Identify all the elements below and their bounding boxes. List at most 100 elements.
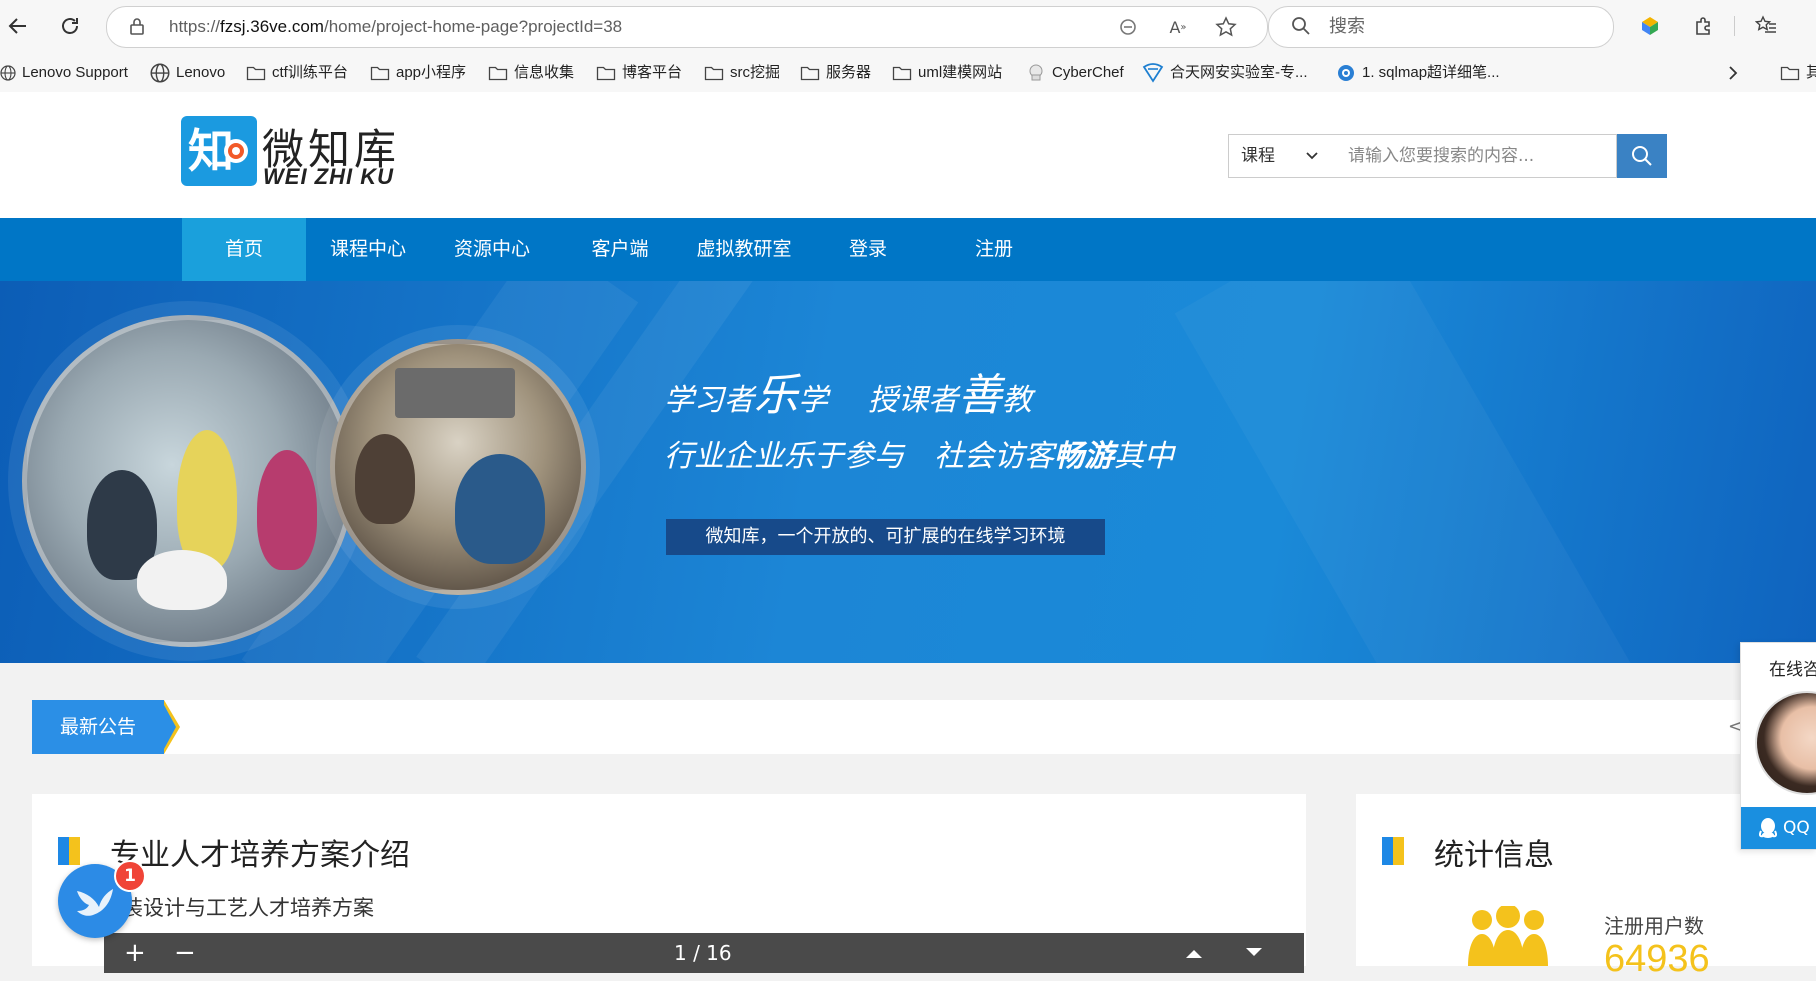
read-aloud-icon[interactable]: A»	[1167, 16, 1189, 38]
favorite-star-icon[interactable]	[1215, 16, 1237, 38]
browser-search-placeholder: 搜索	[1329, 16, 1365, 37]
slogan-emphasis: 乐	[754, 370, 798, 421]
search-icon	[1632, 146, 1652, 166]
folder-icon	[370, 66, 390, 81]
nav-virtual-lab[interactable]: 虚拟教研室	[682, 218, 806, 281]
nav-register[interactable]: 注册	[932, 218, 1056, 281]
back-arrow-icon[interactable]	[2, 10, 34, 42]
nav-courses[interactable]: 课程中心	[306, 218, 430, 281]
globe-icon	[0, 65, 16, 81]
program-subtitle[interactable]: 装设计与工艺人才培养方案	[122, 892, 374, 922]
student-figure	[455, 454, 545, 564]
qq-penguin-icon	[1759, 818, 1777, 838]
bookmark-label: ctf训练平台	[272, 64, 348, 81]
classroom-photo-circle	[330, 339, 586, 595]
section-mark-icon	[1382, 837, 1404, 865]
bird-icon	[77, 889, 113, 916]
bookmarks-more-chevron-icon[interactable]	[1726, 54, 1740, 92]
nav-client[interactable]: 客户端	[558, 218, 682, 281]
nav-home[interactable]: 首页	[182, 218, 306, 281]
banner-slogan-line1: 学习者乐学 授课者善教	[664, 359, 1032, 423]
pdf-zoom-in-button[interactable]: +	[124, 933, 146, 973]
pdf-viewer-toolbar: + − 1 / 16	[104, 933, 1304, 973]
url-scheme: https://	[169, 17, 221, 36]
bookmark-label: 1. sqlmap超详细笔...	[1362, 64, 1500, 81]
slogan-text: 教	[1002, 383, 1032, 418]
slogan-text: 授课者	[868, 383, 958, 418]
folder-icon	[704, 66, 724, 81]
site-search-input[interactable]: 请输入您要搜索的内容...	[1328, 134, 1617, 178]
bookmark-label: 其	[1806, 64, 1816, 81]
stats-users-value: 64936	[1604, 938, 1710, 980]
online-consult-title: 在线咨询	[1769, 660, 1816, 680]
notice-bar: 最新公告 <	[32, 700, 1770, 754]
url-path: /home/project-home-page?projectId=38	[323, 17, 623, 36]
stats-users-label: 注册用户数	[1604, 914, 1704, 938]
bookmark-uml[interactable]: uml建模网站	[892, 54, 1002, 92]
url-host: fzsj.36ve.com	[220, 17, 324, 36]
search-category-select[interactable]: 课程	[1228, 134, 1330, 178]
logo-mark[interactable]: 知	[181, 116, 257, 186]
folder-icon	[800, 66, 820, 81]
chef-icon	[1029, 64, 1043, 81]
users-group-icon	[1466, 904, 1550, 970]
bookmark-cyberchef[interactable]: CyberChef	[1026, 54, 1124, 92]
nav-login[interactable]: 登录	[806, 218, 930, 281]
bookmark-hetian[interactable]: 合天网安实验室-专...	[1142, 54, 1308, 92]
lock-icon[interactable]	[129, 17, 145, 35]
stats-title: 统计信息	[1434, 838, 1554, 873]
search-icon	[1291, 16, 1311, 40]
extension-colorful-icon[interactable]	[1636, 12, 1664, 40]
student-figure	[355, 434, 415, 524]
url-text[interactable]: https://fzsj.36ve.com/home/project-home-…	[169, 7, 622, 47]
notification-badge: 1	[114, 860, 146, 892]
banner-tagline: 微知库，一个开放的、可扩展的在线学习环境	[666, 519, 1105, 555]
browser-search-bar[interactable]: 搜索	[1268, 6, 1614, 48]
bookmark-other[interactable]: 其	[1780, 54, 1816, 92]
search-category-value: 课程	[1241, 146, 1275, 166]
qq-contact-button[interactable]: QQ	[1741, 807, 1816, 849]
favorites-list-icon[interactable]	[1752, 12, 1780, 40]
bookmark-label: src挖掘	[730, 64, 780, 81]
refresh-page-icon[interactable]	[1117, 16, 1139, 38]
hero-banner[interactable]: 学习者乐学 授课者善教 行业企业乐于参与 社会访客畅游其中 微知库，一个开放的、可扩…	[0, 281, 1816, 663]
bookmark-label: CyberChef	[1052, 64, 1124, 81]
pdf-prev-page-icon[interactable]	[1184, 933, 1204, 973]
screen-shape	[395, 368, 515, 418]
folder-icon	[246, 66, 266, 81]
bookmark-sqlmap[interactable]: 1. sqlmap超详细笔...	[1336, 54, 1500, 92]
browser-toolbar: https://fzsj.36ve.com/home/project-home-…	[0, 0, 1816, 54]
bookmark-info[interactable]: 信息收集	[488, 54, 574, 92]
nav-resources[interactable]: 资源中心	[430, 218, 554, 281]
site-search: 课程 请输入您要搜索的内容...	[1228, 134, 1668, 178]
address-bar[interactable]: https://fzsj.36ve.com/home/project-home-…	[106, 6, 1268, 48]
student-figure	[257, 450, 317, 570]
folder-icon	[596, 66, 616, 81]
bookmark-ctf[interactable]: ctf训练平台	[246, 54, 348, 92]
pdf-next-page-icon[interactable]	[1244, 933, 1264, 973]
bookmark-app[interactable]: app小程序	[370, 54, 466, 92]
students-photo-circle	[22, 315, 354, 647]
bookmark-src[interactable]: src挖掘	[704, 54, 780, 92]
laptop-shape	[137, 550, 227, 610]
bookmark-lenovo-support[interactable]: Lenovo Support	[0, 54, 128, 92]
online-consult-panel: 在线咨询 QQ	[1740, 642, 1816, 850]
site-search-button[interactable]	[1617, 134, 1667, 178]
bookmark-server[interactable]: 服务器	[800, 54, 871, 92]
bookmark-lenovo[interactable]: Lenovo	[150, 54, 225, 92]
folder-icon	[488, 66, 508, 81]
shield-icon	[1142, 63, 1164, 83]
pdf-zoom-out-button[interactable]: −	[174, 933, 196, 973]
bookmark-label: uml建模网站	[918, 64, 1003, 81]
bookmark-blog[interactable]: 博客平台	[596, 54, 682, 92]
folder-icon	[1780, 66, 1800, 81]
reload-icon[interactable]	[54, 10, 86, 42]
logo-text-en[interactable]: WEI ZHI KU	[263, 164, 394, 190]
bookmark-label: Lenovo	[176, 64, 226, 81]
toolbar-separator	[1734, 16, 1735, 36]
notice-arrow-decoration	[164, 705, 176, 749]
extensions-puzzle-icon[interactable]	[1690, 12, 1718, 40]
notice-label: 最新公告	[32, 700, 164, 754]
program-card: 专业人才培养方案介绍 装设计与工艺人才培养方案 + − 1 / 16	[32, 794, 1306, 973]
slogan-text: 行业企业乐于参与	[664, 439, 904, 474]
